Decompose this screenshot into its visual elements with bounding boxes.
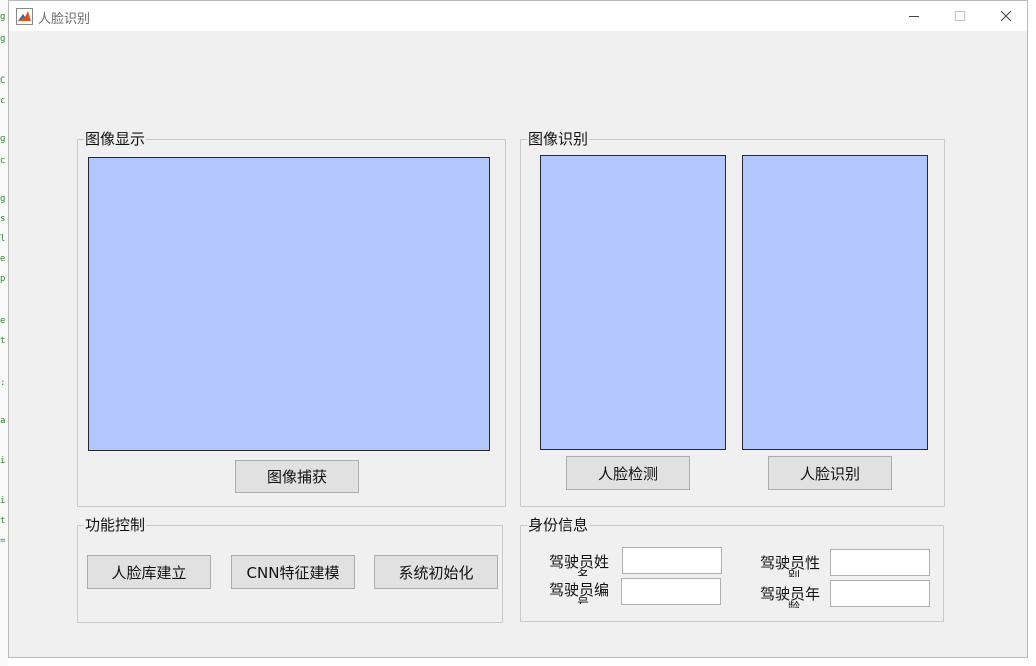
driver-age-field[interactable] — [830, 580, 930, 607]
image-recognition-panel-title: 图像识别 — [527, 130, 590, 148]
window-title: 人脸识别 — [38, 12, 91, 27]
background-editor-strip: ggC cgc gsl epe t:a iit = — [0, 0, 8, 666]
close-icon — [1000, 10, 1012, 22]
image-display-axes[interactable] — [88, 157, 490, 451]
function-control-panel: 功能控制 人脸库建立 CNN特征建模 系统初始化 — [77, 516, 503, 623]
matlab-icon — [16, 8, 33, 25]
face-recognize-button[interactable]: 人脸识别 — [768, 456, 892, 490]
driver-gender-field[interactable] — [830, 549, 930, 576]
driver-name-label: 驾驶员姓 名 — [549, 554, 610, 576]
minimize-icon — [909, 16, 919, 17]
title-bar: 人脸识别 — [9, 1, 1027, 31]
image-capture-button[interactable]: 图像捕获 — [235, 460, 359, 493]
image-recognition-panel: 图像识别 人脸检测 人脸识别 — [520, 130, 945, 507]
function-control-panel-title: 功能控制 — [84, 516, 147, 534]
image-display-panel-title: 图像显示 — [84, 130, 147, 148]
face-detection-axes[interactable] — [540, 155, 726, 450]
figure-window: 人脸识别 图像显示 图像捕获 图像识别 人脸检测 人脸识别 功能控制 人脸库建立… — [8, 0, 1028, 658]
image-display-panel: 图像显示 图像捕获 — [77, 130, 506, 507]
identity-info-panel-title: 身份信息 — [527, 516, 590, 534]
driver-id-field[interactable] — [621, 578, 721, 605]
identity-info-panel: 身份信息 驾驶员姓 名 驾驶员编 号 驾驶员性 别 驾驶员年 龄 — [520, 516, 944, 622]
cnn-feature-model-button[interactable]: CNN特征建模 — [231, 555, 355, 589]
face-recognition-axes[interactable] — [742, 155, 928, 450]
maximize-button[interactable] — [937, 1, 983, 31]
system-init-button[interactable]: 系统初始化 — [374, 555, 498, 589]
background-right-strip — [1028, 0, 1036, 666]
face-detect-button[interactable]: 人脸检测 — [566, 456, 690, 490]
close-button[interactable] — [983, 1, 1029, 31]
driver-gender-label: 驾驶员性 别 — [760, 555, 821, 577]
minimize-button[interactable] — [891, 1, 937, 31]
build-face-library-button[interactable]: 人脸库建立 — [87, 555, 211, 589]
maximize-icon — [955, 11, 965, 21]
driver-age-label: 驾驶员年 龄 — [760, 586, 821, 608]
driver-id-label: 驾驶员编 号 — [549, 582, 610, 604]
driver-name-field[interactable] — [622, 547, 722, 574]
